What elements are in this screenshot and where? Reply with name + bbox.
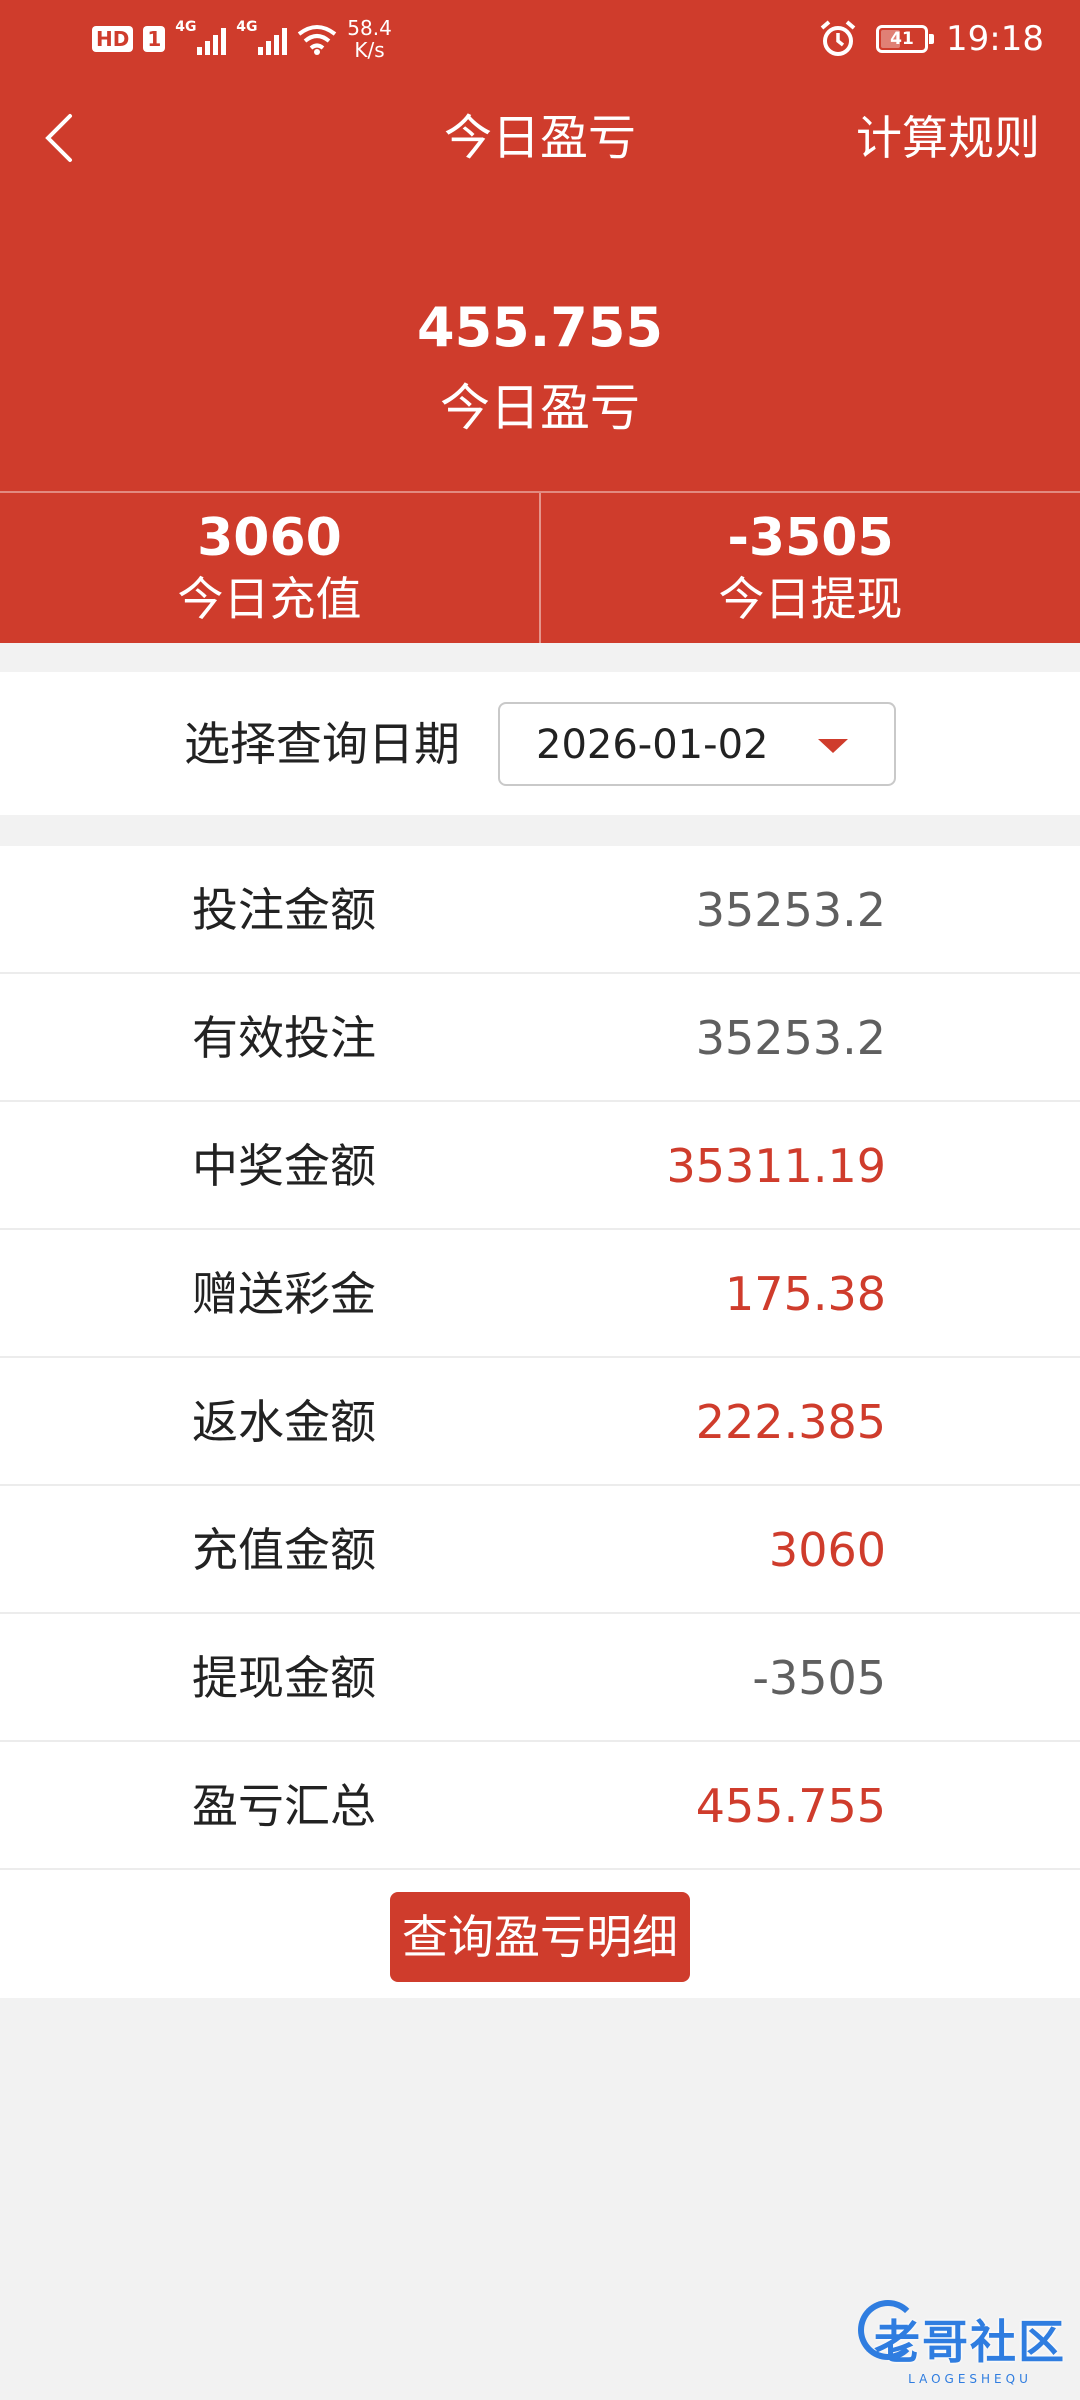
row-label: 返水金额 — [192, 1395, 376, 1449]
stats-bar: 3060 今日充值 -3505 今日提现 — [0, 491, 1080, 643]
network-type-label: 4G — [175, 19, 197, 35]
stat-value: -3505 — [727, 508, 894, 568]
status-bar: HD 1 4G 4G 58.4 K/s 41 19:18 — [0, 0, 1080, 78]
stat-label: 今日充值 — [177, 572, 362, 626]
list-item: 投注金额 35253.2 — [0, 846, 1080, 974]
speed-value: 58.4 — [347, 16, 392, 40]
battery-icon: 41 — [876, 25, 935, 53]
app-header: 今日盈亏 计算规则 — [0, 78, 1080, 208]
list-item: 中奖金额 35311.19 — [0, 1102, 1080, 1230]
date-filter-label: 选择查询日期 — [184, 717, 460, 771]
row-value: -3505 — [752, 1651, 886, 1705]
row-label: 提现金额 — [192, 1651, 376, 1705]
row-label: 盈亏汇总 — [192, 1779, 376, 1833]
date-filter: 选择查询日期 2026-01-02 — [0, 672, 1080, 815]
network-type-label-2: 4G — [236, 19, 258, 35]
list-item: 盈亏汇总 455.755 — [0, 1742, 1080, 1870]
list-item: 有效投注 35253.2 — [0, 974, 1080, 1102]
status-left: HD 1 4G 4G 58.4 K/s — [92, 14, 392, 64]
profit-detail-list: 投注金额 35253.2 有效投注 35253.2 中奖金额 35311.19 … — [0, 846, 1080, 1998]
today-profit-label: 今日盈亏 — [440, 379, 640, 437]
clock-time: 19:18 — [946, 19, 1044, 59]
date-select-value: 2026-01-02 — [536, 722, 769, 768]
alarm-clock-icon — [820, 20, 856, 56]
row-value: 175.38 — [725, 1267, 886, 1321]
list-item: 提现金额 -3505 — [0, 1614, 1080, 1742]
network-speed: 58.4 K/s — [347, 17, 392, 61]
stat-withdraw: -3505 今日提现 — [539, 493, 1080, 643]
row-label: 充值金额 — [192, 1523, 376, 1577]
list-item: 返水金额 222.385 — [0, 1358, 1080, 1486]
row-label: 赠送彩金 — [192, 1267, 376, 1321]
row-value: 35253.2 — [695, 883, 886, 937]
stat-value: 3060 — [197, 508, 342, 568]
stat-label: 今日提现 — [718, 572, 903, 626]
calculation-rules-link[interactable]: 计算规则 — [856, 108, 1040, 168]
row-value: 222.385 — [695, 1395, 886, 1449]
status-right: 41 19:18 — [818, 14, 1044, 64]
date-select[interactable]: 2026-01-02 — [498, 702, 896, 786]
watermark-subtext: LAOGESHEQU — [908, 2372, 1032, 2386]
battery-level: 41 — [890, 29, 914, 49]
row-value: 455.755 — [695, 1779, 886, 1833]
dragon-logo-icon — [858, 2300, 918, 2360]
row-value: 35311.19 — [666, 1139, 887, 1193]
row-label: 有效投注 — [192, 1011, 376, 1065]
wifi-icon — [298, 25, 337, 55]
today-profit-value: 455.755 — [417, 296, 663, 359]
watermark-logo: 老哥社区 LAOGESHEQU — [858, 2300, 1066, 2386]
caret-down-icon — [818, 739, 848, 753]
row-label: 投注金额 — [192, 883, 376, 937]
speed-unit: K/s — [354, 38, 385, 62]
button-area: 查询盈亏明细 — [0, 1870, 1080, 1998]
query-profit-detail-button[interactable]: 查询盈亏明细 — [390, 1892, 690, 1982]
sim-badge: 1 — [143, 26, 166, 52]
row-value: 3060 — [768, 1523, 886, 1577]
signal-icon: 4G — [175, 19, 227, 55]
stat-deposit: 3060 今日充值 — [0, 493, 539, 643]
signal-icon-2: 4G — [236, 19, 288, 55]
profit-summary: 455.755 今日盈亏 — [0, 208, 1080, 491]
list-item: 赠送彩金 175.38 — [0, 1230, 1080, 1358]
hd-badge: HD — [92, 26, 134, 52]
row-label: 中奖金额 — [192, 1139, 376, 1193]
row-value: 35253.2 — [695, 1011, 886, 1065]
list-item: 充值金额 3060 — [0, 1486, 1080, 1614]
